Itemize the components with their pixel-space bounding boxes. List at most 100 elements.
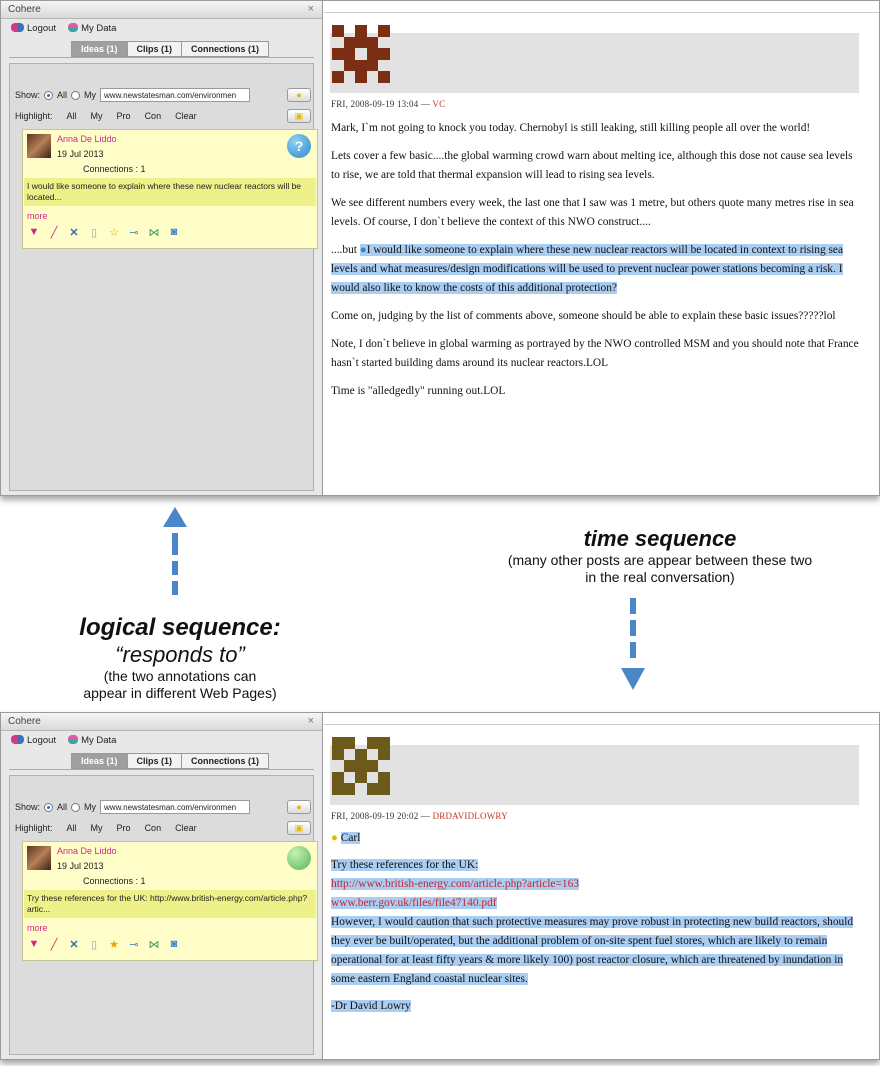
identicon-cell xyxy=(366,36,379,49)
show-filter-row: Show: All My www.newstatesman.com/enviro… xyxy=(15,87,311,103)
add-idea-button[interactable]: ● xyxy=(287,800,311,814)
vote-icon[interactable]: ▼ xyxy=(28,938,40,951)
star-icon[interactable]: ☆ xyxy=(108,226,120,239)
add-clip-button[interactable]: ▣ xyxy=(287,109,311,123)
my-data-link[interactable]: My Data xyxy=(68,23,116,34)
post-author[interactable]: VC xyxy=(432,99,445,109)
logical-sequence-title: logical sequence: xyxy=(79,614,281,641)
tab-clips[interactable]: Clips (1) xyxy=(126,753,183,769)
user-identicon xyxy=(332,25,390,83)
card-connections[interactable]: Connections : 1 xyxy=(83,164,146,174)
save-icon[interactable]: ◙ xyxy=(168,226,180,239)
card-actions: ▼ ╱ ✕ ▯ ★ ⊸ ⋈ ◙ xyxy=(28,938,180,951)
logout-link[interactable]: Logout xyxy=(11,735,56,746)
edit-icon[interactable]: ╱ xyxy=(48,938,60,951)
link-icon[interactable]: ⊸ xyxy=(128,938,140,951)
idea-card[interactable]: Anna De Liddo 19 Jul 2013 Connections : … xyxy=(22,841,318,961)
highlight-pro[interactable]: Pro xyxy=(117,823,131,833)
identicon-cell xyxy=(355,737,367,749)
logical-note: (the two annotations can xyxy=(103,668,257,684)
identicon-cell xyxy=(343,48,356,60)
card-author[interactable]: Anna De Liddo xyxy=(57,846,117,856)
highlight-my[interactable]: My xyxy=(91,823,103,833)
quote-text[interactable]: I would like someone to explain where th… xyxy=(331,244,844,294)
show-all-radio[interactable] xyxy=(44,802,54,812)
highlight-all[interactable]: All xyxy=(67,823,77,833)
salutation[interactable]: Carl xyxy=(340,832,361,844)
save-icon[interactable]: ◙ xyxy=(168,938,180,951)
reference-link-2[interactable]: www.berr.gov.uk/files/file47140.pdf xyxy=(331,897,497,909)
network-icon[interactable]: ⋈ xyxy=(148,226,160,239)
highlight-con[interactable]: Con xyxy=(145,111,162,121)
tab-connections[interactable]: Connections (1) xyxy=(181,753,270,769)
tab-connections[interactable]: Connections (1) xyxy=(181,41,270,57)
vote-icon[interactable]: ▼ xyxy=(28,226,40,239)
identicon-cell xyxy=(344,772,356,784)
time-note: in the real conversation) xyxy=(585,569,735,585)
highlighted-reply[interactable]: Try these references for the UK: http://… xyxy=(331,856,859,989)
tab-ideas[interactable]: Ideas (1) xyxy=(71,41,128,57)
identicon-cell xyxy=(343,783,356,795)
avatar xyxy=(27,846,51,870)
logout-link[interactable]: Logout xyxy=(11,23,56,34)
show-my-radio[interactable] xyxy=(71,802,81,812)
tab-clips[interactable]: Clips (1) xyxy=(126,41,183,57)
identicon-cell xyxy=(378,760,390,772)
card-connections[interactable]: Connections : 1 xyxy=(83,876,146,886)
identicon-cell xyxy=(332,760,344,772)
delete-icon[interactable]: ✕ xyxy=(68,226,80,239)
page-icon[interactable]: ▯ xyxy=(88,938,100,951)
url-field[interactable]: www.newstatesman.com/environmen xyxy=(100,88,251,102)
highlight-clear[interactable]: Clear xyxy=(175,111,197,121)
highlight-clear[interactable]: Clear xyxy=(175,823,197,833)
identicon-cell xyxy=(344,749,356,761)
reference-link-1[interactable]: http://www.british-energy.com/article.ph… xyxy=(331,878,579,890)
card-actions: ▼ ╱ ✕ ▯ ☆ ⊸ ⋈ ◙ xyxy=(28,226,180,239)
close-icon[interactable]: × xyxy=(308,3,314,15)
highlight-my[interactable]: My xyxy=(91,111,103,121)
network-icon[interactable]: ⋈ xyxy=(148,938,160,951)
more-link[interactable]: more xyxy=(27,923,48,933)
delete-icon[interactable]: ✕ xyxy=(68,938,80,951)
idea-card[interactable]: Anna De Liddo 19 Jul 2013 Connections : … xyxy=(22,129,318,249)
show-my-radio[interactable] xyxy=(71,90,81,100)
identicon-cell xyxy=(378,48,390,60)
quote-prefix: ....but xyxy=(331,244,360,256)
tab-ideas[interactable]: Ideas (1) xyxy=(71,753,128,769)
show-all-radio[interactable] xyxy=(44,90,54,100)
show-my-label: My xyxy=(84,90,97,100)
identicon-cell xyxy=(332,783,344,795)
identicon-cell xyxy=(366,59,379,72)
identicon-cell xyxy=(355,760,367,772)
responds-to-label: “responds to” xyxy=(115,642,245,667)
edit-icon[interactable]: ╱ xyxy=(48,226,60,239)
user-icon xyxy=(68,735,79,745)
add-idea-button[interactable]: ● xyxy=(287,88,311,102)
logical-note: appear in different Web Pages) xyxy=(83,685,277,701)
lightbulb-icon: ● xyxy=(296,90,302,100)
show-label: Show: xyxy=(15,90,41,100)
highlight-all[interactable]: All xyxy=(67,111,77,121)
comment-header-bar xyxy=(330,745,859,805)
add-clip-button[interactable]: ▣ xyxy=(287,821,311,835)
star-icon[interactable]: ★ xyxy=(108,938,120,951)
highlight-pro[interactable]: Pro xyxy=(117,111,131,121)
post-author[interactable]: DRDAVIDLOWRY xyxy=(433,811,508,821)
link-icon[interactable]: ⊸ xyxy=(128,226,140,239)
post-body: Mark, I`m not going to knock you today. … xyxy=(331,119,859,410)
highlight-marker: ● xyxy=(359,244,367,256)
show-my-label: My xyxy=(84,802,97,812)
identicon-cell xyxy=(355,771,367,784)
page-icon[interactable]: ▯ xyxy=(88,226,100,239)
highlight-con[interactable]: Con xyxy=(145,823,162,833)
close-icon[interactable]: × xyxy=(308,715,314,727)
identicon-cell xyxy=(344,25,356,37)
my-data-link[interactable]: My Data xyxy=(68,735,116,746)
highlight-label: Highlight: xyxy=(15,823,53,833)
identicon-cell xyxy=(378,737,390,749)
url-field[interactable]: www.newstatesman.com/environmen xyxy=(100,800,251,814)
more-link[interactable]: more xyxy=(27,211,48,221)
highlight-label: Highlight: xyxy=(15,111,53,121)
card-author[interactable]: Anna De Liddo xyxy=(57,134,117,144)
highlight-row: Highlight: All My Pro Con Clear ▣ xyxy=(15,109,311,123)
